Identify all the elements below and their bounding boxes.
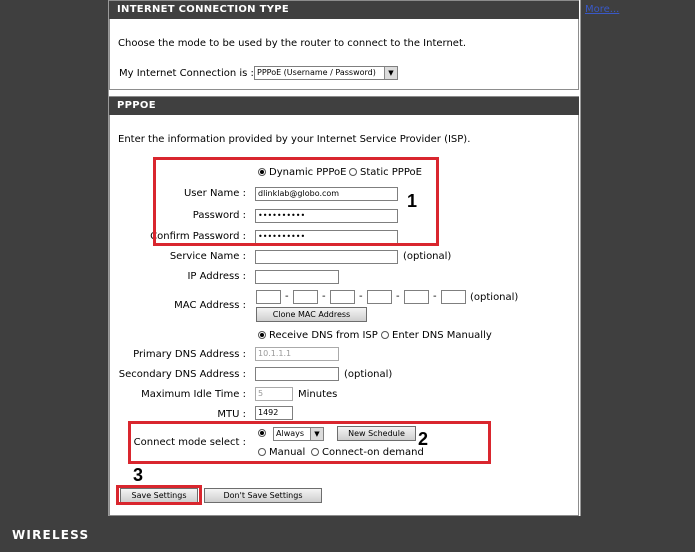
enter-dns-option[interactable]: Enter DNS Manually	[381, 330, 492, 341]
mac-address-optional: (optional)	[470, 292, 519, 303]
mac-octet-3[interactable]	[330, 290, 355, 304]
mac-separator: -	[285, 291, 289, 302]
mac-separator: -	[433, 291, 437, 302]
mac-separator: -	[396, 291, 400, 302]
secondary-dns-input[interactable]	[255, 367, 339, 381]
internet-connection-description: Choose the mode to be used by the router…	[118, 38, 467, 49]
connection-label: My Internet Connection is :	[119, 68, 254, 79]
more-link[interactable]: More...	[585, 4, 619, 15]
highlight-box-save	[116, 485, 202, 505]
annotation-number-1: 1	[407, 191, 418, 211]
internet-connection-title: INTERNET CONNECTION TYPE	[109, 1, 579, 19]
receive-dns-label: Receive DNS from ISP	[269, 330, 378, 341]
wireless-logo: WIRELESS	[12, 528, 90, 542]
mac-octet-6[interactable]	[441, 290, 466, 304]
mac-octet-5[interactable]	[404, 290, 429, 304]
clone-mac-button[interactable]: Clone MAC Address	[256, 307, 367, 322]
service-name-input[interactable]	[255, 250, 398, 264]
idle-time-input[interactable]: 5	[255, 387, 293, 401]
annotation-number-3: 3	[133, 465, 144, 485]
mac-separator: -	[322, 291, 326, 302]
mtu-label: MTU :	[217, 409, 246, 420]
pppoe-description: Enter the information provided by your I…	[118, 134, 471, 145]
receive-dns-option[interactable]: Receive DNS from ISP	[258, 330, 378, 341]
secondary-dns-optional: (optional)	[344, 369, 393, 380]
mtu-input[interactable]: 1492	[255, 406, 293, 420]
mac-octet-1[interactable]	[256, 290, 281, 304]
connection-type-select[interactable]: PPPoE (Username / Password) ▼	[254, 66, 398, 80]
ip-address-label: IP Address :	[187, 271, 246, 282]
idle-time-unit: Minutes	[298, 389, 338, 400]
primary-dns-label: Primary DNS Address :	[133, 349, 246, 360]
highlight-box-connect-mode	[128, 421, 491, 464]
pppoe-title: PPPOE	[109, 97, 579, 115]
annotation-number-2: 2	[418, 429, 429, 449]
footer-bar	[0, 516, 695, 552]
highlight-box-credentials	[153, 157, 439, 246]
dont-save-settings-button[interactable]: Don't Save Settings	[204, 488, 322, 503]
chevron-down-icon: ▼	[384, 67, 397, 79]
mac-address-label: MAC Address :	[174, 300, 246, 311]
idle-time-label: Maximum Idle Time :	[141, 389, 246, 400]
primary-dns-input[interactable]: 10.1.1.1	[255, 347, 339, 361]
connection-type-value: PPPoE (Username / Password)	[257, 68, 376, 77]
secondary-dns-label: Secondary DNS Address :	[118, 369, 246, 380]
mac-octet-4[interactable]	[367, 290, 392, 304]
service-name-label: Service Name :	[169, 251, 246, 262]
enter-dns-label: Enter DNS Manually	[392, 330, 492, 341]
service-name-optional: (optional)	[403, 251, 452, 262]
mac-octet-2[interactable]	[293, 290, 318, 304]
radio-unselected-icon	[381, 331, 389, 339]
mac-separator: -	[359, 291, 363, 302]
radio-selected-icon	[258, 331, 266, 339]
ip-address-input[interactable]	[255, 270, 339, 284]
